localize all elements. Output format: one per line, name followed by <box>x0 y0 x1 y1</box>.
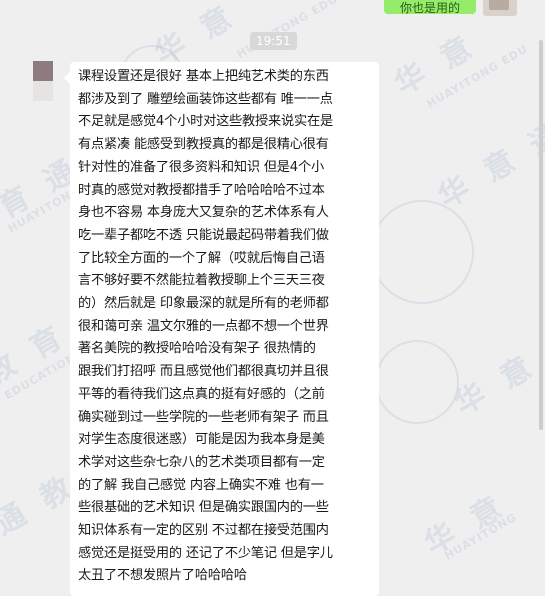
watermark-text: EDUCATION <box>2 350 79 403</box>
message-line: 的）然后就是 印象最深的就是所有的老师都 <box>78 296 329 312</box>
self-avatar[interactable] <box>483 0 517 16</box>
watermark-text: HUAYITONG EDU <box>424 42 531 111</box>
message-line: 跟我们打招呼 而且感觉他们都很真切并且很 <box>78 364 329 380</box>
message-line: 课程设置还是很好 基本上把纯艺术类的东西 <box>78 69 329 84</box>
message-line: 时真的感觉对教授都措手了哈哈哈哈不过本 <box>78 182 325 198</box>
message-line: 著名美院的教授哈哈哈没有架子 很热情的 <box>78 341 316 357</box>
watermark-text: 教 育 <box>0 317 74 393</box>
watermark-seal <box>375 340 459 424</box>
message-line: 不足就是感觉4个小时对这些教授来说实在是 <box>78 114 333 130</box>
message-line: 了比较全方面的一个了解（哎就后悔自己语 <box>78 250 325 266</box>
message-line: 平等的看待我们这点真的挺有好感的（之前 <box>78 386 325 402</box>
message-line: 知识体系有一定的区别 不过都在接受范围内 <box>78 523 329 539</box>
message-line: 针对性的准备了很多资料和知识 但是4个小 <box>78 159 324 175</box>
chat-scrollbar[interactable] <box>539 40 543 430</box>
message-line: 身也不容易 本身庞大又复杂的艺术体系有人 <box>78 205 329 221</box>
watermark-text: 华 意 <box>448 347 544 423</box>
watermark-text: HUAYITONG <box>442 510 520 563</box>
message-line: 很和蔼可亲 温文尔雅的一点都不想一个世界 <box>78 318 329 334</box>
message-line: 些很基础的艺术知识 但是确实跟国内的一些 <box>78 500 329 516</box>
message-line: 言不够好要不然能拉着教授聊上个三天三夜 <box>78 273 325 289</box>
avatar-image <box>33 61 53 81</box>
contact-avatar[interactable] <box>33 61 53 101</box>
message-line: 的了解 我自己感觉 内容上确实不难 也有一 <box>78 477 324 493</box>
watermark-seal <box>370 200 474 304</box>
watermark-text: 华 意 <box>388 27 484 103</box>
watermark-text: 华 意 通 <box>432 114 545 216</box>
message-line: 太丑了不想发照片了哈哈哈哈 <box>78 568 247 584</box>
message-line: 确实碰到过一些学院的一些老师有架子 而且 <box>78 409 329 425</box>
message-line: 有点紧凑 能感受到教授真的都是很精心很有 <box>78 137 329 153</box>
watermark-text: HUAYITONG EDU <box>234 0 341 61</box>
sent-message-text: 你也是用的 <box>399 1 460 14</box>
message-line: 对学生态度很迷惑）可能是因为我本身是美 <box>78 432 325 448</box>
sent-message-bubble[interactable]: 你也是用的 <box>384 0 476 14</box>
message-line: 术学对这些杂七杂八的艺术类项目都有一定 <box>78 454 325 470</box>
message-line: 吃一辈子都吃不透 只能说最起码带着我们做 <box>78 227 329 243</box>
watermark-text: 华 意 <box>418 487 514 563</box>
message-line: 都涉及到了 雕塑绘画装饰这些都有 唯一一点 <box>78 91 333 107</box>
message-text: 课程设置还是很好 基本上把纯艺术类的东西 都涉及到了 雕塑绘画装饰这些都有 唯一一… <box>78 66 371 588</box>
avatar-image-lower <box>33 81 53 101</box>
message-timestamp: 19:51 <box>250 32 297 50</box>
received-message-bubble[interactable]: 课程设置还是很好 基本上把纯艺术类的东西 都涉及到了 雕塑绘画装饰这些都有 唯一一… <box>64 62 379 596</box>
message-line: 感觉还是挺受用的 还记了不少笔记 但是字儿 <box>78 545 333 561</box>
